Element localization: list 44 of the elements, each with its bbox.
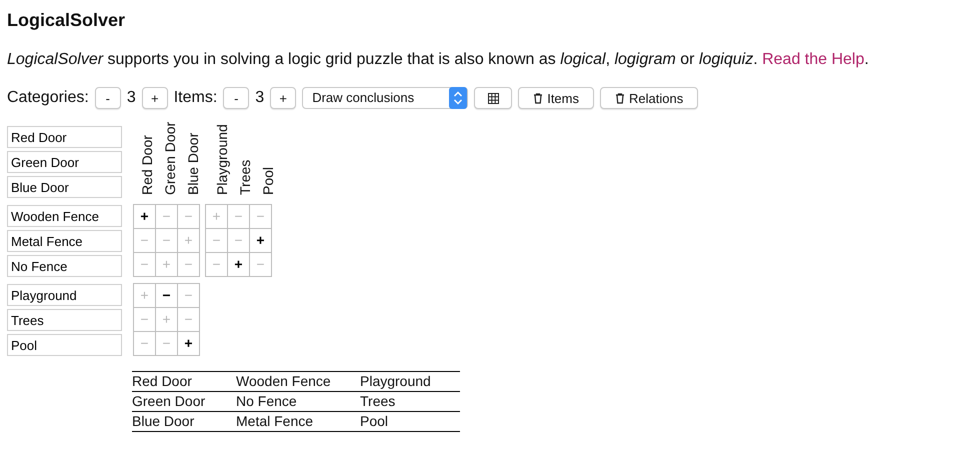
table-cell: Green Door: [132, 392, 236, 412]
item-field[interactable]: Wooden Fence: [7, 205, 122, 227]
table-cell: Playground: [360, 372, 460, 392]
trash-icon: [615, 92, 625, 104]
column-header: Playground: [214, 125, 230, 195]
categories-count: 3: [126, 88, 136, 108]
table-cell: No Fence: [236, 392, 360, 412]
categories-label: Categories:: [7, 88, 89, 108]
grid-cell[interactable]: +: [133, 204, 156, 229]
increment-button[interactable]: +: [142, 87, 168, 109]
item-field[interactable]: Green Door: [7, 151, 122, 173]
intro-text: LogicalSolver supports you in solving a logic grid puzzle that is also known as logical, logigram or logiquiz. Read the Help.: [7, 50, 870, 70]
clear-items-button[interactable]: Items: [518, 87, 594, 109]
chevron-updown-icon: [449, 87, 468, 109]
help-link[interactable]: Read the Help: [762, 51, 864, 68]
table-cell: Trees: [360, 392, 460, 412]
item-field[interactable]: Trees: [7, 309, 122, 331]
decrement-button[interactable]: -: [223, 87, 250, 109]
table-cell: Blue Door: [132, 412, 236, 432]
item-field[interactable]: No Fence: [7, 255, 122, 277]
trash-icon: [533, 92, 544, 104]
column-header: Pool: [260, 166, 276, 195]
items-count: 3: [255, 88, 264, 108]
app-title: LogicalSolver: [7, 9, 126, 31]
item-field[interactable]: Red Door: [7, 126, 122, 148]
item-field[interactable]: Pool: [7, 334, 122, 356]
item-field[interactable]: Blue Door: [7, 176, 122, 198]
column-header: Red Door: [138, 134, 154, 195]
decrement-button[interactable]: -: [94, 87, 121, 109]
table-cell: Pool: [360, 412, 460, 432]
column-header: Blue Door: [184, 132, 200, 195]
mode-select[interactable]: Draw conclusions: [302, 87, 468, 109]
grid-icon: [488, 92, 499, 104]
grid-cell[interactable]: +: [177, 331, 200, 356]
item-field[interactable]: Playground: [7, 284, 122, 306]
increment-button[interactable]: +: [270, 87, 296, 109]
table-cell: Wooden Fence: [236, 372, 360, 392]
grid-button[interactable]: [474, 87, 512, 109]
column-header: Trees: [236, 158, 252, 195]
clear-relations-button[interactable]: Relations: [600, 87, 698, 109]
items-label: Items:: [174, 88, 218, 108]
item-field[interactable]: Metal Fence: [7, 230, 122, 252]
table-cell: Red Door: [132, 372, 236, 392]
table-cell: Metal Fence: [236, 412, 360, 432]
